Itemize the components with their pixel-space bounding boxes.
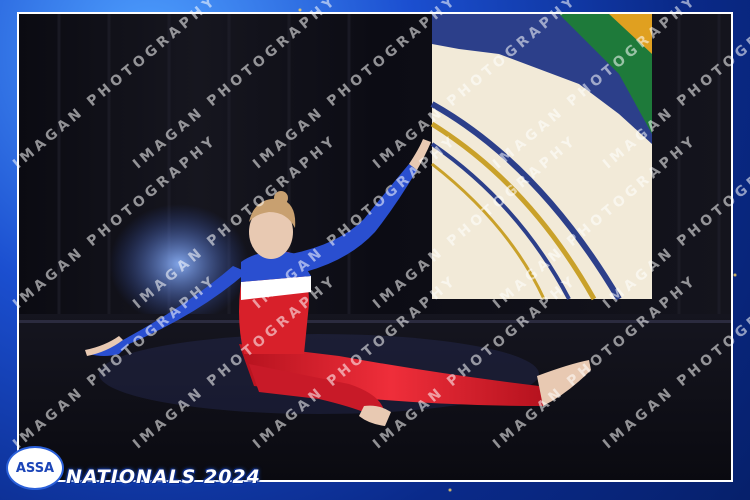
event-banner	[430, 14, 652, 301]
blue-spotlight	[109, 204, 249, 324]
stage-photo	[17, 12, 733, 482]
event-title: NATIONALS 2024	[66, 466, 261, 488]
assa-logo: ASSA	[6, 446, 64, 490]
photo-frame: IMAGAN PHOTOGRAPHY IMAGAN PHOTOGRAPHY IM…	[0, 0, 750, 500]
stage-scene	[19, 14, 731, 480]
logo-text: ASSA	[15, 460, 55, 476]
